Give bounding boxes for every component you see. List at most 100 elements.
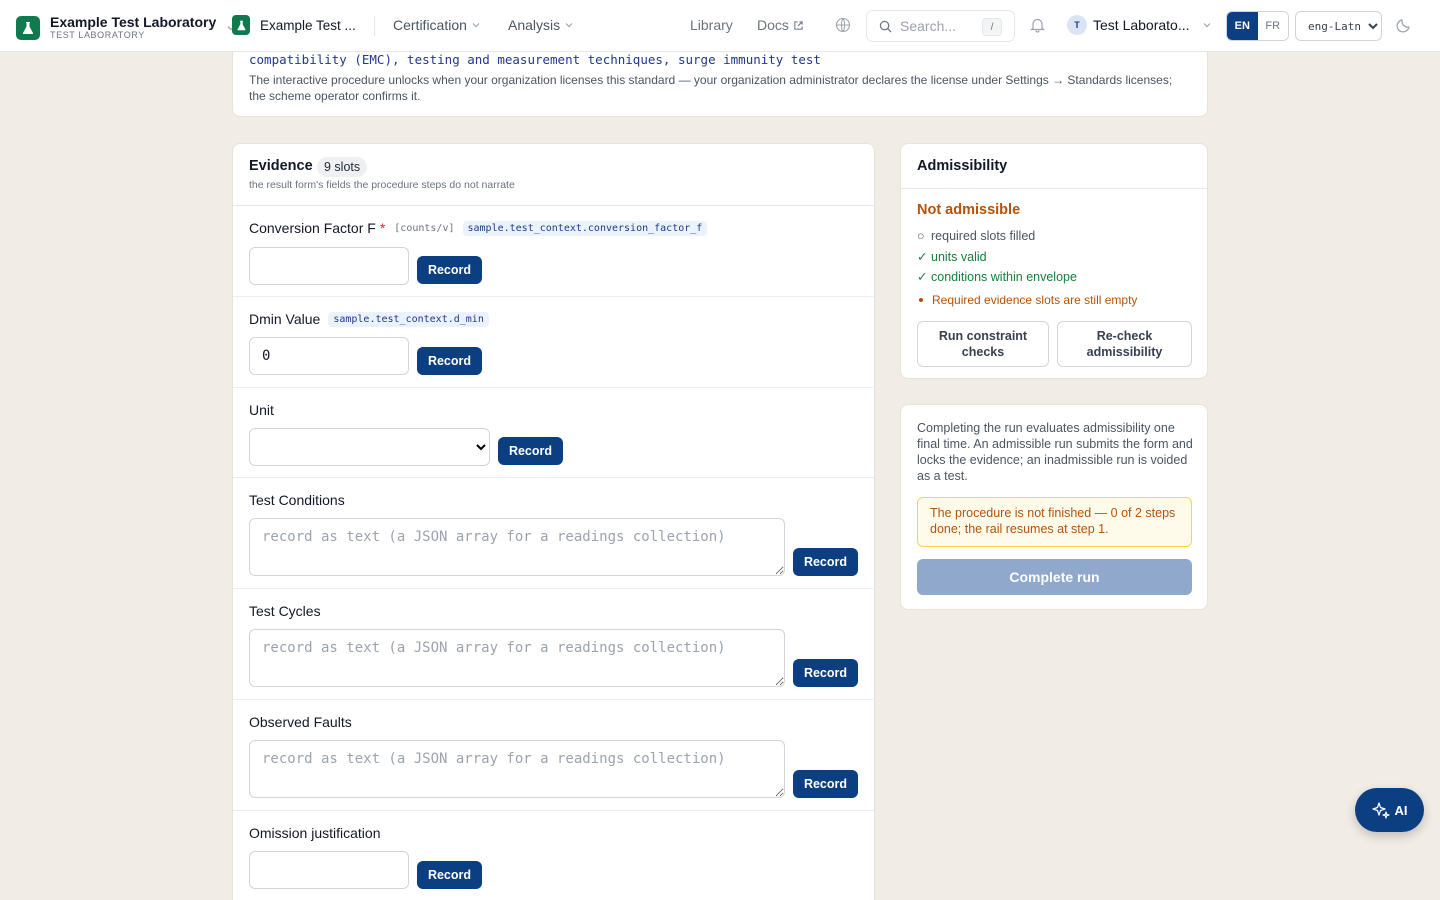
record-button[interactable]: Record: [793, 548, 858, 576]
workspace-switcher[interactable]: Example Test ...: [232, 15, 356, 35]
user-menu[interactable]: T Test Laborato...: [1067, 15, 1212, 35]
record-button[interactable]: Record: [498, 437, 563, 465]
admissibility-title: Admissibility: [917, 158, 1008, 174]
record-button[interactable]: Record: [417, 861, 482, 889]
slot-label: Test Cycles: [249, 603, 321, 619]
lang-fr-button[interactable]: FR: [1257, 12, 1288, 40]
conversion-factor-input[interactable]: [249, 247, 409, 285]
check-icon: ✓: [917, 250, 928, 264]
slot-label-text: Test Conditions: [249, 492, 345, 508]
check-icon: ✓: [917, 270, 928, 284]
slot-label-text: Conversion Factor F: [249, 220, 376, 236]
standard-title: compatibility (EMC), testing and measure…: [249, 52, 821, 67]
slot-label-text: Omission justification: [249, 825, 381, 841]
nav-certification[interactable]: Certification: [393, 17, 481, 33]
flask-icon: [232, 15, 250, 35]
evidence-slot-omission-justification: Omission justification Record: [233, 811, 874, 900]
org-name: Example Test Laboratory: [50, 14, 217, 30]
chevron-down-icon: [565, 23, 573, 28]
search-shortcut: /: [982, 18, 1002, 36]
theme-toggle-button[interactable]: [1396, 17, 1412, 33]
evidence-slot-observed-faults: Observed Faults Record: [233, 700, 874, 811]
slot-label: Observed Faults: [249, 714, 352, 730]
completion-card: Completing the run evaluates admissibili…: [900, 404, 1208, 610]
omission-justification-input[interactable]: [249, 851, 409, 889]
language-toggle: EN FR: [1226, 11, 1289, 41]
sparkles-icon: [1371, 802, 1390, 819]
search-icon: [879, 20, 892, 32]
check-text: conditions within envelope: [931, 269, 1077, 284]
docs-label: Docs: [757, 17, 789, 33]
evidence-slot-dmin-value: Dmin Value sample.test_context.d_min Rec…: [233, 297, 874, 388]
lang-en-button[interactable]: EN: [1227, 12, 1258, 40]
warning-text: Required evidence slots are still empty: [932, 293, 1138, 307]
notifications-button[interactable]: [1030, 17, 1045, 33]
license-note: The interactive procedure unlocks when y…: [249, 73, 1173, 103]
bullet-icon: [919, 298, 923, 302]
avatar: T: [1067, 15, 1087, 35]
bell-icon: [1030, 18, 1045, 33]
check-units-valid: ✓ units valid: [917, 249, 987, 265]
complete-run-button[interactable]: Complete run: [917, 559, 1192, 595]
library-label: Library: [690, 17, 733, 33]
observed-faults-textarea[interactable]: [249, 740, 785, 798]
unit-hint: [counts/v]: [394, 222, 455, 234]
test-conditions-textarea[interactable]: [249, 518, 785, 576]
nav-analysis-label: Analysis: [508, 17, 561, 33]
library-link[interactable]: Library: [690, 17, 733, 33]
evidence-header: Evidence 9 slots the result form's field…: [233, 144, 874, 206]
slot-label: Conversion Factor F * [counts/v] sample.…: [249, 220, 708, 236]
user-name: Test Laborato...: [1093, 17, 1190, 33]
docs-link[interactable]: Docs: [757, 17, 804, 33]
ai-label: AI: [1394, 802, 1408, 818]
globe-icon[interactable]: [835, 17, 851, 33]
slot-count-badge: 9 slots: [317, 157, 368, 177]
field-path-chip: sample.test_context.conversion_factor_f: [462, 220, 708, 236]
external-link-icon: [794, 20, 803, 30]
recheck-admissibility-button[interactable]: Re-check admissibility: [1057, 321, 1192, 367]
admissibility-header: Admissibility: [901, 144, 1207, 189]
script-select[interactable]: eng-Latn: [1295, 11, 1382, 41]
slot-label: Unit: [249, 402, 274, 418]
admissibility-status: Not admissible: [917, 202, 1021, 218]
admissibility-card: Admissibility Not admissible ○ required …: [900, 143, 1208, 379]
unit-select[interactable]: [249, 428, 490, 466]
chevron-down-icon: [472, 23, 480, 28]
workspace-name: Example Test ...: [260, 17, 356, 33]
moon-icon: [1396, 19, 1410, 33]
dmin-value-input[interactable]: [249, 337, 409, 375]
record-button[interactable]: Record: [793, 659, 858, 687]
procedure-warning: The procedure is not finished — 0 of 2 s…: [917, 497, 1192, 547]
search-input[interactable]: [900, 18, 984, 34]
top-bar: Example Test Laboratory TEST LABORATORY …: [0, 0, 1440, 52]
evidence-slot-test-conditions: Test Conditions Record: [233, 478, 874, 589]
field-path-chip: sample.test_context.d_min: [328, 311, 489, 327]
completion-description: Completing the run evaluates admissibili…: [917, 421, 1193, 483]
nav-analysis[interactable]: Analysis: [508, 17, 574, 33]
evidence-slot-conversion-factor: Conversion Factor F * [counts/v] sample.…: [233, 206, 874, 297]
slot-label: Omission justification: [249, 825, 381, 841]
ai-assistant-button[interactable]: AI: [1355, 788, 1424, 832]
evidence-card: Evidence 9 slots the result form's field…: [232, 143, 875, 900]
check-conditions: ✓ conditions within envelope: [917, 269, 1077, 285]
evidence-slot-test-cycles: Test Cycles Record: [233, 589, 874, 700]
record-button[interactable]: Record: [417, 256, 482, 284]
record-button[interactable]: Record: [793, 770, 858, 798]
slot-label-text: Test Cycles: [249, 603, 321, 619]
record-button[interactable]: Record: [417, 347, 482, 375]
test-cycles-textarea[interactable]: [249, 629, 785, 687]
required-marker: *: [379, 220, 386, 236]
org-switcher[interactable]: Example Test Laboratory TEST LABORATORY: [16, 14, 236, 41]
run-constraint-checks-button[interactable]: Run constraint checks: [917, 321, 1049, 367]
check-text: required slots filled: [931, 229, 1036, 243]
slot-label: Dmin Value sample.test_context.d_min: [249, 311, 489, 327]
check-text: units valid: [931, 249, 987, 264]
evidence-slot-unit: Unit Record: [233, 388, 874, 478]
evidence-title: Evidence: [249, 158, 313, 174]
slot-label-text: Dmin Value: [249, 311, 321, 327]
search-box[interactable]: /: [866, 10, 1015, 42]
slot-label-text: Unit: [249, 402, 274, 418]
circle-icon: ○: [917, 229, 925, 243]
org-type: TEST LABORATORY: [50, 30, 145, 40]
chevron-down-icon: [1203, 23, 1210, 28]
